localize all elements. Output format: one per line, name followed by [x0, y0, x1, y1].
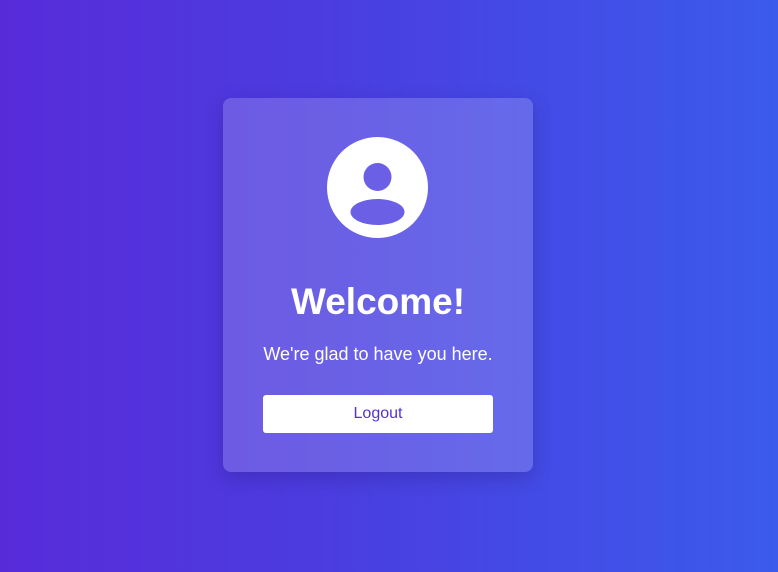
welcome-card: Welcome! We're glad to have you here. Lo…: [223, 98, 533, 472]
user-silhouette-icon: [350, 163, 405, 225]
logout-button[interactable]: Logout: [263, 395, 493, 433]
page-title: Welcome!: [290, 281, 466, 322]
user-avatar-icon: [327, 137, 428, 238]
welcome-message: We're glad to have you here.: [263, 344, 493, 364]
